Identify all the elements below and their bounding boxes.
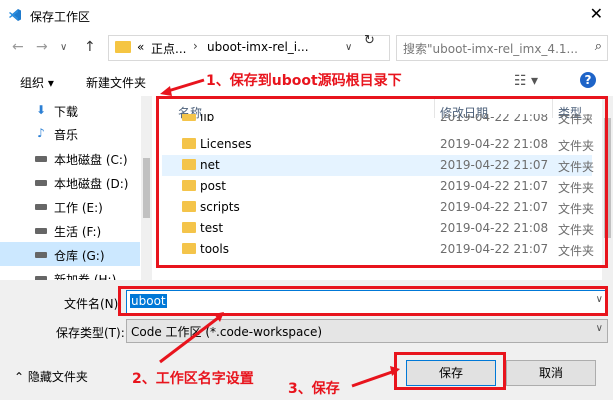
- annotation-arrow: [351, 370, 393, 388]
- breadcrumb-overflow[interactable]: «: [137, 40, 144, 54]
- search-icon[interactable]: ⌕: [595, 39, 602, 54]
- sidebar-scroll-thumb[interactable]: [143, 158, 150, 218]
- breadcrumb-item[interactable]: 正点...: [151, 40, 186, 57]
- navigation-pane: ⬇ 下载 ♪ 音乐 本地磁盘 (C:) 本地磁盘 (D:) 工作 (E:) 生活…: [0, 96, 152, 280]
- address-bar[interactable]: « 正点... › uboot-imx-rel_i... ∨: [108, 35, 390, 61]
- recent-locations-icon[interactable]: ∨: [60, 42, 67, 53]
- organize-menu[interactable]: 组织 ▾: [20, 74, 54, 91]
- annotation-step3: 3、保存: [288, 381, 340, 397]
- hide-folders-toggle[interactable]: ⌃ 隐藏文件夹: [14, 368, 88, 385]
- back-arrow-icon[interactable]: ←: [12, 39, 24, 55]
- drive-icon: [35, 204, 47, 210]
- filetype-select[interactable]: Code 工作区 (*.code-workspace) ∨: [126, 319, 608, 343]
- sidebar-item-label: 下载: [54, 105, 79, 119]
- sidebar-item-drive-h[interactable]: 新加卷 (H:): [0, 266, 140, 280]
- sidebar-item-music[interactable]: ♪ 音乐: [0, 121, 140, 145]
- annotation-box-save: [394, 352, 506, 390]
- sidebar-item-label: 音乐: [54, 128, 79, 142]
- drive-icon: [35, 156, 47, 162]
- sidebar-item-label: 本地磁盘 (C:): [54, 153, 128, 167]
- title-bar: 保存工作区 ✕: [0, 0, 613, 30]
- filename-label: 文件名(N):: [64, 297, 123, 311]
- folder-icon: [115, 41, 131, 53]
- window-title: 保存工作区: [30, 10, 91, 24]
- cancel-button[interactable]: 取消: [506, 360, 596, 386]
- sidebar-item-label: 仓库 (G:): [54, 249, 105, 263]
- breadcrumb-current[interactable]: uboot-imx-rel_i...: [207, 40, 309, 54]
- annotation-step2: 2、工作区名字设置: [132, 371, 254, 387]
- download-icon: ⬇: [35, 103, 47, 117]
- sidebar-item-label: 本地磁盘 (D:): [54, 177, 129, 191]
- sidebar-item-label: 生活 (F:): [54, 225, 102, 239]
- sidebar-item-drive-g[interactable]: 仓库 (G:): [0, 242, 140, 266]
- drive-icon: [35, 252, 47, 258]
- drive-icon: [35, 228, 47, 234]
- drive-icon: [35, 276, 47, 280]
- annotation-box-filename: [118, 286, 608, 316]
- sidebar-item-downloads[interactable]: ⬇ 下载: [0, 98, 140, 122]
- filetype-value: Code 工作区 (*.code-workspace): [131, 325, 323, 339]
- search-input[interactable]: 搜索"uboot-imx-rel_imx_4.1... ⌕: [396, 35, 608, 61]
- sidebar-item-label: 工作 (E:): [54, 201, 103, 215]
- music-icon: ♪: [37, 126, 45, 140]
- annotation-step1: 1、保存到uboot源码根目录下: [206, 73, 402, 89]
- up-arrow-icon[interactable]: ↑: [84, 39, 96, 55]
- sidebar-item-drive-d[interactable]: 本地磁盘 (D:): [0, 170, 140, 194]
- filetype-label: 保存类型(T):: [56, 326, 125, 340]
- close-icon[interactable]: ✕: [590, 4, 603, 23]
- breadcrumb-separator[interactable]: ›: [193, 39, 198, 53]
- help-icon[interactable]: ?: [580, 72, 596, 88]
- search-placeholder: 搜索"uboot-imx-rel_imx_4.1...: [403, 42, 578, 56]
- drive-icon: [35, 180, 47, 186]
- sidebar-item-drive-f[interactable]: 生活 (F:): [0, 218, 140, 242]
- annotation-box-file-list: [156, 96, 608, 268]
- forward-arrow-icon[interactable]: →: [36, 39, 48, 55]
- refresh-icon[interactable]: ↻: [364, 33, 375, 48]
- chevron-down-icon[interactable]: ∨: [345, 42, 352, 53]
- chevron-down-icon[interactable]: ∨: [596, 323, 603, 334]
- sidebar-item-drive-c[interactable]: 本地磁盘 (C:): [0, 146, 140, 170]
- navigation-bar: ← → ∨ ↑ « 正点... › uboot-imx-rel_i... ∨ ↻…: [0, 30, 613, 66]
- sidebar-item-label: 新加卷 (H:): [54, 273, 117, 280]
- view-options-icon[interactable]: ☷ ▾: [514, 73, 538, 89]
- vscode-icon: [9, 9, 21, 21]
- new-folder-button[interactable]: 新建文件夹: [86, 74, 146, 91]
- sidebar-item-drive-e[interactable]: 工作 (E:): [0, 194, 140, 218]
